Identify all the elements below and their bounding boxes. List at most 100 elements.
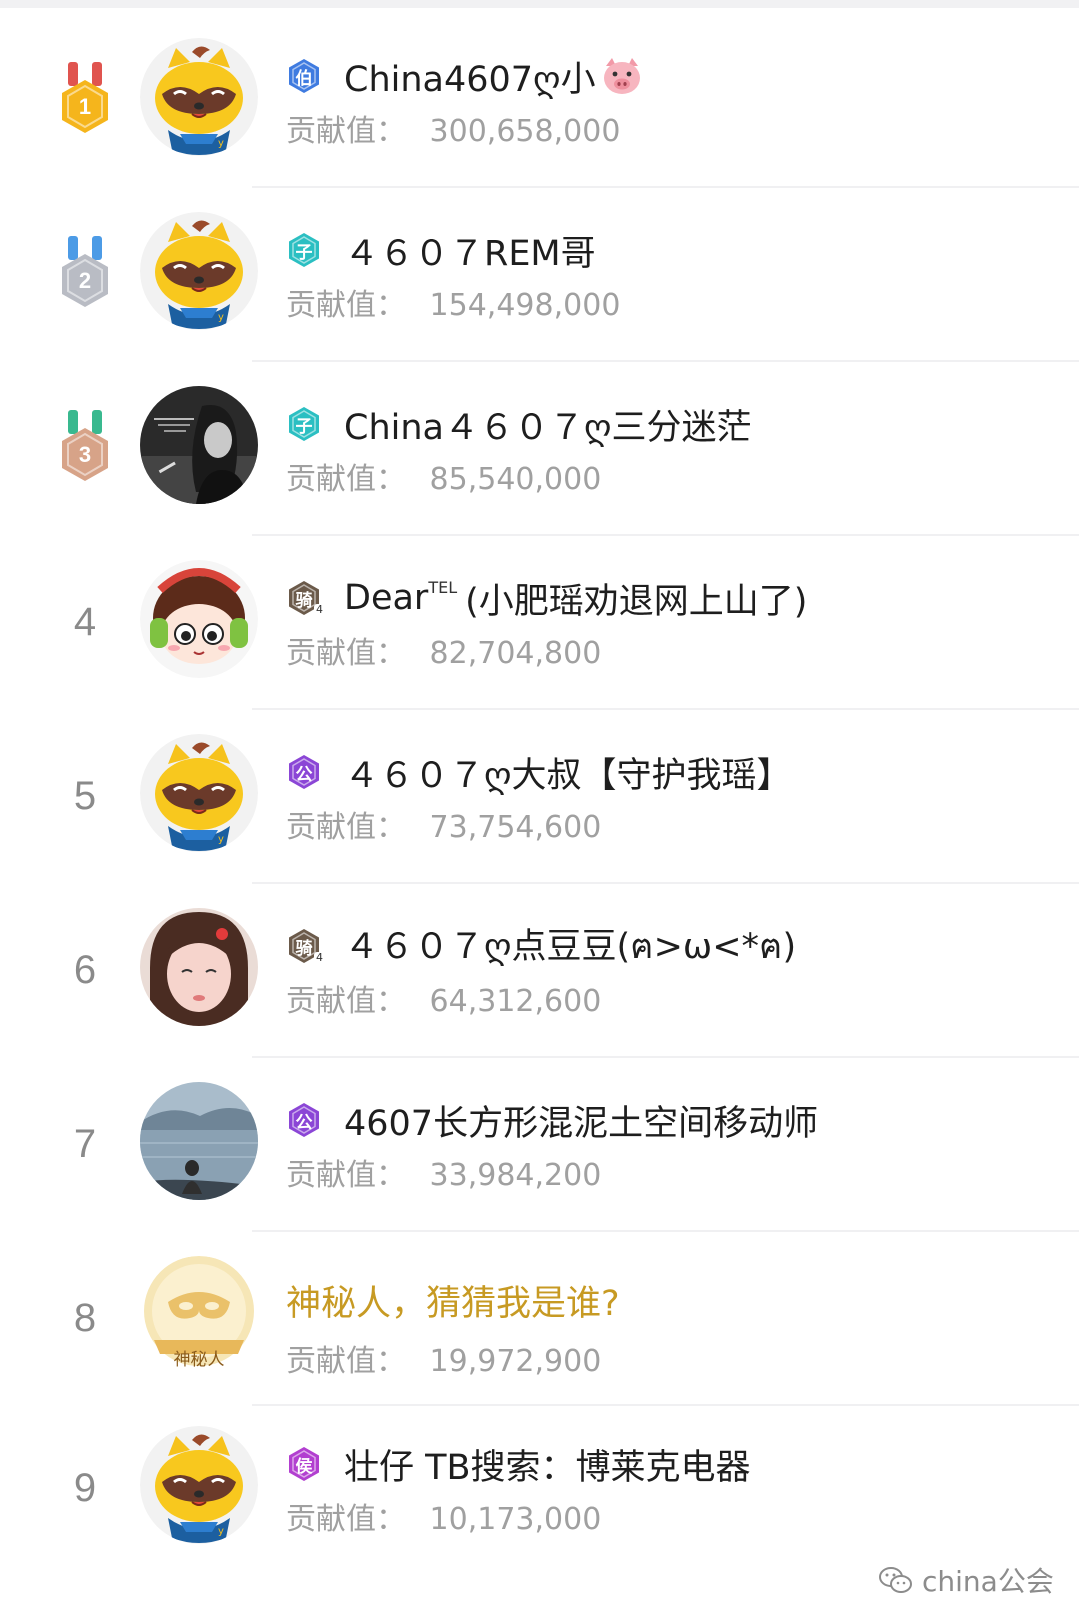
user-name-line: 伯 China4607ღ小 [286,52,644,100]
contribution-label: 贡献值： [286,462,406,497]
rank-number: 4 [73,600,97,644]
svg-text:y: y [218,138,224,149]
user-name[interactable]: China4607ღ小 [344,51,596,102]
user-name[interactable]: 神秘人，猜猜我是谁? [286,1275,620,1326]
noble-rank-badge-icon: 子 [286,406,322,442]
rank-number: 9 [73,1466,97,1510]
contribution-label: 贡献值： [286,984,406,1019]
noble-rank-badge-icon: 公 [286,1102,322,1138]
badge-level: 4 [314,603,325,616]
noble-rank-badge-icon: 骑4 [286,580,325,616]
rank-number: 6 [73,948,97,992]
ranking-row[interactable]: 9 y 侯 壮仔 TB搜索：博莱克电器 贡献值： 10,173,000 [0,1396,1079,1576]
contribution-amount: 10,173,000 [429,1502,602,1537]
noble-rank-badge-icon: 伯 [286,58,322,94]
contribution-value: 贡献值： 85,540,000 [286,454,601,498]
contribution-label: 贡献值： [286,1502,406,1537]
badge-text: 公 [295,1113,313,1133]
contribution-label: 贡献值： [286,1158,406,1193]
wechat-icon [879,1567,912,1593]
ranking-row[interactable]: 8 神秘人 神秘人，猜猜我是谁? 贡献值： 19,972,900 [0,1226,1079,1406]
contribution-amount: 82,704,800 [429,636,602,671]
contribution-value: 贡献值： 73,754,600 [286,802,601,846]
contribution-value: 贡献值： 33,984,200 [286,1150,601,1194]
user-name[interactable]: ４６０７REM哥 [344,225,596,276]
contribution-value: 贡献值： 19,972,900 [286,1336,601,1380]
user-name[interactable]: ４６０７ღ点豆豆(ฅ>ω<*ฅ) [344,918,796,974]
contribution-label: 贡献值： [286,1344,406,1379]
contribution-label: 贡献值： [286,636,406,671]
ranking-row[interactable]: 7 公 4607长方形混泥土空间移动师 贡献值： 33,984,200 [0,1052,1079,1232]
badge-text: 伯 [295,69,313,89]
contribution-amount: 300,658,000 [429,114,621,149]
user-name-superscript: TEL [428,578,458,597]
user-name-line: 侯 壮仔 TB搜索：博莱克电器 [286,1440,751,1488]
user-name-line: 骑 4 Dear TEL (小肥瑶劝退网上山了) [286,574,807,622]
user-avatar[interactable] [140,560,258,678]
contribution-value: 贡献值： 154,498,000 [286,280,620,324]
badge-level: 4 [314,951,325,964]
noble-rank-badge-icon: 子 [286,232,322,268]
user-avatar[interactable] [140,908,258,1026]
user-name-line: 子 ４６０７REM哥 [286,226,596,274]
noble-rank-badge-icon: 骑4 [286,928,325,964]
ranking-row[interactable]: 1 y 伯 China4607ღ小 贡献值： 300,658,000 [0,8,1079,188]
badge-text: 子 [295,243,313,263]
contribution-value: 贡献值： 64,312,600 [286,976,601,1020]
svg-text:y: y [218,1526,224,1537]
ranking-row[interactable]: 3 子 China４６０７ღ三分迷茫 贡献值： 85,540,000 [0,356,1079,536]
ranking-row[interactable]: 6 骑 4 ４６０７ღ点豆豆(ฅ>ω<*ฅ) 贡献值： 64,312,600 [0,878,1079,1058]
ranking-row[interactable]: 5 y 公 ４６０７ღ大叔【守护我瑶】 贡献值： 73,754,600 [0,704,1079,884]
user-name-line: 神秘人，猜猜我是谁? [286,1276,620,1324]
svg-text:y: y [218,834,224,845]
contribution-value: 贡献值： 82,704,800 [286,628,601,672]
user-name-line: 公 ４６０７ღ大叔【守护我瑶】 [286,748,792,796]
badge-text: 子 [295,417,313,437]
contribution-amount: 33,984,200 [429,1158,602,1193]
user-avatar[interactable]: y [140,734,258,852]
badge-text: 侯 [295,1457,313,1477]
badge-text: 公 [295,765,313,785]
user-avatar[interactable] [140,386,258,504]
noble-rank-badge-icon: 公 [286,754,322,790]
contribution-amount: 19,972,900 [429,1344,602,1379]
contribution-amount: 64,312,600 [429,984,602,1019]
pig-face-icon [600,56,644,96]
medal-rank-number: 2 [78,268,92,293]
medal-rank-number: 1 [78,94,92,119]
user-avatar[interactable]: y [140,212,258,330]
user-avatar[interactable]: y [140,38,258,156]
user-name[interactable]: China４６０７ღ三分迷茫 [344,399,752,450]
rank-number: 5 [73,774,97,818]
medal-rank-number: 3 [78,442,92,467]
user-avatar[interactable]: 神秘人 [140,1256,258,1374]
contribution-label: 贡献值： [286,810,406,845]
noble-rank-badge-icon: 侯 [286,1446,322,1482]
contribution-amount: 154,498,000 [429,288,621,323]
contribution-value: 贡献值： 300,658,000 [286,106,620,150]
rank-number: 7 [73,1122,97,1166]
watermark: china公会 [878,1560,1054,1600]
user-name[interactable]: ４６０７ღ大叔【守护我瑶】 [344,747,792,798]
user-avatar[interactable]: y [140,1426,258,1544]
rank-2-medal-icon: 2 [56,236,114,310]
user-avatar[interactable] [140,1082,258,1200]
user-name[interactable]: Dear [344,578,428,618]
contribution-label: 贡献值： [286,288,406,323]
user-name[interactable]: 4607长方形混泥土空间移动师 [344,1095,818,1146]
rank-3-medal-icon: 3 [56,410,114,484]
contribution-value: 贡献值： 10,173,000 [286,1494,601,1538]
svg-text:y: y [218,312,224,323]
contribution-amount: 85,540,000 [429,462,602,497]
avatar-label: 神秘人 [173,1350,225,1370]
rank-number: 8 [73,1296,97,1340]
user-name-suffix: (小肥瑶劝退网上山了) [465,581,808,622]
user-name-line: 骑 4 ４６０７ღ点豆豆(ฅ>ω<*ฅ) [286,922,796,970]
watermark-text: china公会 [922,1565,1054,1598]
contribution-label: 贡献值： [286,114,406,149]
ranking-row[interactable]: 2 y 子 ４６０７REM哥 贡献值： 154,498,000 [0,182,1079,362]
contribution-amount: 73,754,600 [429,810,602,845]
user-name[interactable]: 壮仔 TB搜索：博莱克电器 [344,1439,751,1490]
ranking-row[interactable]: 4 骑 4 Dear TEL (小肥瑶劝退网上山了) 贡献值： 82,704,800 [0,530,1079,710]
user-name-line: 公 4607长方形混泥土空间移动师 [286,1096,818,1144]
